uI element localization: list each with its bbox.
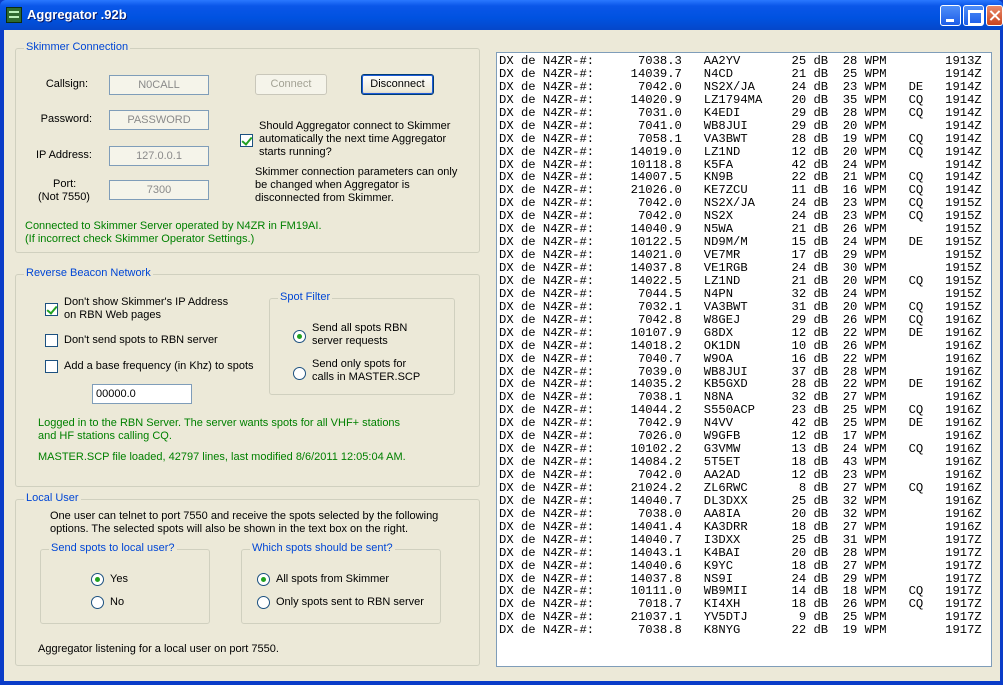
hide-ip-checkbox[interactable] bbox=[45, 303, 58, 316]
spot-line: DX de N4ZR-#: 14037.8 VE1RGB 24 dB 30 WP… bbox=[499, 261, 982, 275]
app-icon bbox=[6, 7, 22, 23]
which-spots-title: Which spots should be sent? bbox=[250, 542, 395, 554]
port-field[interactable]: 7300 bbox=[109, 180, 209, 200]
rbn-status-line2: and HF stations calling CQ. bbox=[38, 430, 172, 442]
local-user-title: Local User bbox=[24, 492, 81, 504]
spot-filter-group: Spot Filter Send all spots RBN server re… bbox=[269, 291, 455, 395]
password-field[interactable]: PASSWORD bbox=[109, 110, 209, 130]
local-user-group: Local User One user can telnet to port 7… bbox=[15, 492, 480, 666]
spot-line: DX de N4ZR-#: 21024.2 ZL6RWC 8 dB 27 WPM… bbox=[499, 480, 982, 495]
autoconnect-checkbox[interactable] bbox=[240, 134, 253, 147]
spot-filter-title: Spot Filter bbox=[278, 291, 333, 303]
send-spots-title: Send spots to local user? bbox=[49, 542, 177, 554]
dont-send-checkbox[interactable] bbox=[45, 334, 58, 347]
ip-address-label: IP Address: bbox=[35, 149, 92, 161]
port-note-label: (Not 7550) bbox=[38, 191, 90, 203]
client-area: Skimmer Connection Callsign: N0CALL Pass… bbox=[4, 30, 1000, 681]
filter-all-spots-radio[interactable] bbox=[293, 330, 306, 343]
ip-address-field[interactable]: 127.0.0.1 bbox=[109, 146, 209, 166]
spot-line: DX de N4ZR-#: 7031.0 K4EDI 29 dB 28 WPM … bbox=[499, 105, 982, 120]
connect-button[interactable]: Connect bbox=[255, 74, 327, 95]
send-no-radio[interactable] bbox=[91, 596, 104, 609]
send-no-label: No bbox=[110, 596, 125, 608]
listening-status: Aggregator listening for a local user on… bbox=[38, 643, 279, 655]
base-frequency-checkbox[interactable] bbox=[45, 360, 58, 373]
skimmer-note-line3: disconnected from Skimmer. bbox=[255, 192, 394, 204]
spot-line: DX de N4ZR-#: 7040.7 W9OA 16 dB 22 WPM 1… bbox=[499, 351, 982, 366]
skimmer-note-line1: Skimmer connection parameters can only bbox=[255, 166, 458, 178]
spot-line: DX de N4ZR-#: 14040.6 K9YC 18 dB 27 WPM … bbox=[499, 558, 982, 573]
skimmer-connection-title: Skimmer Connection bbox=[24, 41, 131, 53]
port-label: Port: bbox=[53, 178, 77, 190]
skimmer-note-line2: be changed when Aggregator is bbox=[255, 179, 410, 191]
dont-send-label: Don't send spots to RBN server bbox=[64, 334, 218, 346]
rbn-status-line1: Logged in to the RBN Server. The server … bbox=[38, 417, 401, 429]
spot-line: DX de N4ZR-#: 7038.0 AA8IA 20 dB 32 WPM … bbox=[499, 506, 982, 521]
filter-master-scp-label-line2: calls in MASTER.SCP bbox=[312, 371, 421, 383]
local-user-desc-line2: options. The selected spots will also be… bbox=[50, 523, 409, 535]
close-button[interactable] bbox=[986, 5, 1003, 26]
spot-line: DX de N4ZR-#: 14020.9 LZ1794MA 20 dB 35 … bbox=[499, 92, 982, 107]
send-yes-radio[interactable] bbox=[91, 573, 104, 586]
spots-list: DX de N4ZR-#: 7038.3 AA2YV 25 dB 28 WPM … bbox=[499, 55, 982, 637]
callsign-label: Callsign: bbox=[45, 78, 88, 90]
filter-all-spots-label-line1: Send all spots RBN bbox=[312, 322, 408, 334]
spot-line: DX de N4ZR-#: 10107.9 G8DX 12 dB 22 WPM … bbox=[499, 325, 982, 340]
spot-line: DX de N4ZR-#: 14018.2 OK1DN 10 dB 26 WPM… bbox=[499, 338, 982, 353]
spot-line: DX de N4ZR-#: 7042.8 W8GEJ 29 dB 26 WPM … bbox=[499, 312, 982, 327]
spot-line: DX de N4ZR-#: 7038.8 K8NYG 22 dB 19 WPM … bbox=[499, 623, 982, 638]
filter-all-spots-label-line2: server requests bbox=[312, 335, 388, 347]
which-spots-group: Which spots should be sent? All spots fr… bbox=[241, 542, 441, 624]
hide-ip-label-line1: Don't show Skimmer's IP Address bbox=[64, 296, 229, 308]
master-scp-status: MASTER.SCP file loaded, 42797 lines, las… bbox=[38, 451, 406, 463]
spot-line: DX de N4ZR-#: 14040.7 DL3DXX 25 dB 32 WP… bbox=[499, 493, 982, 508]
spot-line: DX de N4ZR-#: 7038.3 AA2YV 25 dB 28 WPM … bbox=[499, 54, 982, 68]
send-yes-label: Yes bbox=[110, 573, 128, 585]
disconnect-button[interactable]: Disconnect bbox=[361, 74, 434, 95]
all-spots-label: All spots from Skimmer bbox=[276, 573, 390, 585]
app-window: Aggregator .92b Skimmer Connection Calls… bbox=[0, 0, 1003, 685]
send-spots-group: Send spots to local user? Yes No bbox=[40, 542, 210, 624]
minimize-button[interactable] bbox=[940, 5, 961, 26]
autoconnect-label-line1: Should Aggregator connect to Skimmer bbox=[259, 120, 451, 132]
rbn-group-title: Reverse Beacon Network bbox=[24, 267, 153, 279]
spot-line: DX de N4ZR-#: 7058.1 VA3BWT 28 dB 19 WPM… bbox=[499, 131, 982, 146]
base-frequency-label: Add a base frequency (in Khz) to spots bbox=[64, 360, 254, 372]
all-spots-radio[interactable] bbox=[257, 573, 270, 586]
spot-line: DX de N4ZR-#: 14043.1 K4BAI 20 dB 28 WPM… bbox=[499, 545, 982, 560]
only-rbn-radio[interactable] bbox=[257, 596, 270, 609]
filter-master-scp-radio[interactable] bbox=[293, 367, 306, 380]
only-rbn-label: Only spots sent to RBN server bbox=[276, 596, 424, 608]
spot-line: DX de N4ZR-#: 7042.0 AA2AD 12 dB 23 WPM … bbox=[499, 468, 982, 482]
title-bar[interactable]: Aggregator .92b bbox=[0, 0, 1003, 30]
spots-textbox[interactable]: DX de N4ZR-#: 7038.3 AA2YV 25 dB 28 WPM … bbox=[496, 52, 992, 667]
spot-line: DX de N4ZR-#: 7044.5 N4PN 32 dB 24 WPM 1… bbox=[499, 286, 982, 301]
maximize-button[interactable] bbox=[963, 5, 984, 26]
hide-ip-label-line2: on RBN Web pages bbox=[64, 309, 162, 321]
callsign-field[interactable]: N0CALL bbox=[109, 75, 209, 95]
autoconnect-label-line3: starts running? bbox=[259, 146, 332, 158]
spot-line: DX de N4ZR-#: 14022.5 LZ1ND 21 dB 20 WPM… bbox=[499, 273, 982, 288]
autoconnect-label-line2: automatically the next time Aggregator bbox=[259, 133, 447, 145]
spot-line: DX de N4ZR-#: 14041.4 KA3DRR 18 dB 27 WP… bbox=[499, 519, 982, 534]
window-title: Aggregator .92b bbox=[27, 7, 127, 22]
filter-master-scp-label-line1: Send only spots for bbox=[312, 358, 407, 370]
spot-line: DX de N4ZR-#: 7041.0 WB8JUI 29 dB 20 WPM… bbox=[499, 118, 982, 133]
spot-line: DX de N4ZR-#: 7032.1 VA3BWT 31 dB 20 WPM… bbox=[499, 299, 982, 314]
skimmer-status-line1: Connected to Skimmer Server operated by … bbox=[25, 220, 322, 232]
skimmer-connection-group: Skimmer Connection Callsign: N0CALL Pass… bbox=[15, 41, 480, 253]
spot-line: DX de N4ZR-#: 14039.7 N4CD 21 dB 25 WPM … bbox=[499, 66, 982, 81]
spot-line: DX de N4ZR-#: 14040.7 I3DXX 25 dB 31 WPM… bbox=[499, 532, 982, 547]
spot-line: DX de N4ZR-#: 7042.0 NS2X/JA 24 dB 23 WP… bbox=[499, 79, 982, 94]
skimmer-status-line2: (If incorrect check Skimmer Operator Set… bbox=[25, 233, 255, 245]
local-user-desc-line1: One user can telnet to port 7550 and rec… bbox=[50, 510, 439, 522]
base-frequency-field[interactable]: 00000.0 bbox=[92, 384, 192, 404]
spot-line: DX de N4ZR-#: 14019.0 LZ1ND 12 dB 20 WPM… bbox=[499, 144, 982, 159]
password-label: Password: bbox=[40, 113, 92, 125]
rbn-group: Reverse Beacon Network Don't show Skimme… bbox=[15, 267, 480, 487]
